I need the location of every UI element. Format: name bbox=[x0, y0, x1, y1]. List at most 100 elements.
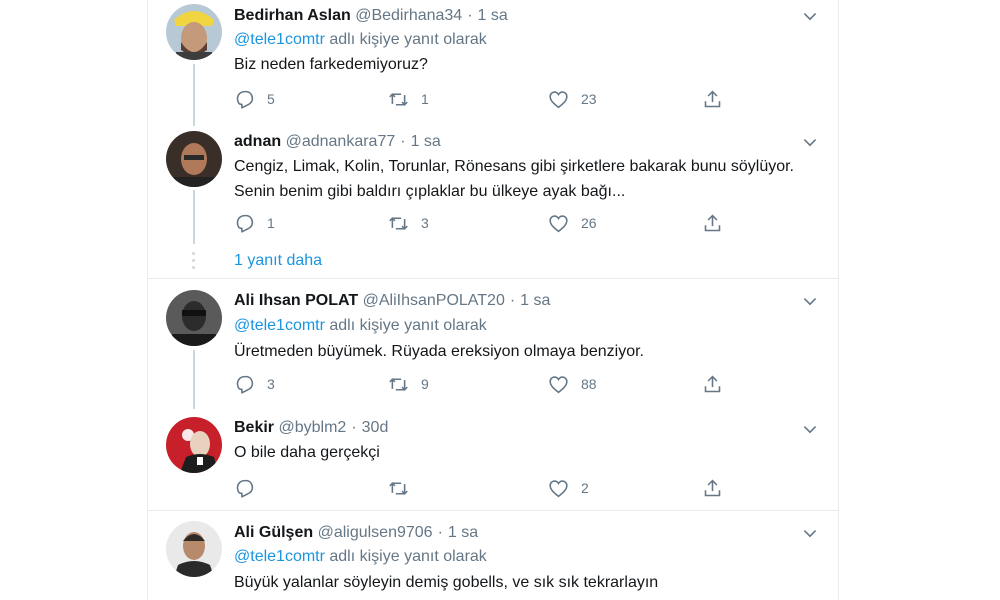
timestamp[interactable]: 30d bbox=[362, 419, 389, 436]
username[interactable]: @adnankara77 bbox=[286, 133, 396, 150]
tweet[interactable]: adnan @adnankara77 · 1 sa Cengiz, Limak, K… bbox=[148, 126, 838, 278]
tweet-header: Ali Gülşen @aligulsen9706 · 1 sa bbox=[234, 522, 478, 544]
share-icon bbox=[704, 375, 721, 392]
retweet-button[interactable]: 3 bbox=[388, 211, 429, 235]
avatar[interactable] bbox=[166, 290, 222, 346]
reply-button[interactable]: 5 bbox=[234, 87, 275, 111]
reply-icon bbox=[236, 375, 254, 394]
tweet[interactable]: Bekir @byblm2 · 30d O bile daha gerçekçi 2 bbox=[148, 409, 838, 510]
display-name[interactable]: adnan bbox=[234, 133, 281, 150]
chevron-down-icon[interactable] bbox=[800, 523, 820, 543]
chevron-down-icon[interactable] bbox=[800, 291, 820, 311]
thread-line bbox=[193, 350, 195, 409]
tweet-header: adnan @adnankara77 · 1 sa bbox=[234, 131, 441, 153]
tweet[interactable]: Bedirhan Aslan @Bedirhana34 · 1 sa @tele1c… bbox=[148, 0, 838, 126]
retweet-icon bbox=[389, 481, 408, 495]
username[interactable]: @byblm2 bbox=[278, 419, 346, 436]
separator: · bbox=[400, 133, 406, 150]
tweet-actions: 5 1 23 bbox=[234, 87, 734, 111]
share-icon bbox=[704, 90, 721, 107]
chevron-down-icon[interactable] bbox=[800, 419, 820, 439]
separator: · bbox=[509, 292, 516, 309]
tweet-header: Ali Ihsan POLAT @AliIhsanPOLAT20 · 1 sa bbox=[234, 290, 550, 312]
like-button[interactable]: 26 bbox=[548, 211, 597, 235]
conversation-timeline: Bedirhan Aslan @Bedirhana34 · 1 sa @tele1c… bbox=[147, 0, 839, 600]
display-name[interactable]: Bekir bbox=[234, 419, 274, 436]
tweet-actions: 3 9 88 bbox=[234, 372, 734, 396]
reply-count: 5 bbox=[267, 91, 275, 107]
reply-button[interactable]: 3 bbox=[234, 372, 275, 396]
separator: · bbox=[467, 7, 473, 24]
timestamp[interactable]: 1 sa bbox=[478, 7, 508, 24]
retweet-icon bbox=[389, 92, 408, 106]
tweet-header: Bedirhan Aslan @Bedirhana34 · 1 sa bbox=[234, 5, 508, 27]
tweet-actions: 2 bbox=[234, 476, 734, 500]
tweet-actions: 1 3 26 bbox=[234, 211, 734, 235]
reply-icon bbox=[236, 214, 254, 233]
avatar[interactable] bbox=[166, 4, 222, 60]
timestamp[interactable]: 1 sa bbox=[520, 292, 550, 309]
tweet[interactable]: Ali Gülşen @aligulsen9706 · 1 sa @tele1com… bbox=[148, 511, 838, 600]
thread-line bbox=[193, 64, 195, 126]
display-name[interactable]: Ali Ihsan POLAT bbox=[234, 292, 358, 309]
username[interactable]: @AliIhsanPOLAT20 bbox=[363, 292, 505, 309]
mention-link[interactable]: @tele1comtr bbox=[234, 548, 325, 565]
like-count: 2 bbox=[581, 480, 589, 496]
like-icon bbox=[549, 375, 568, 393]
share-icon bbox=[704, 479, 721, 496]
timestamp[interactable]: 1 sa bbox=[448, 524, 478, 541]
share-button[interactable] bbox=[702, 211, 723, 235]
reply-context: @tele1comtr adlı kişiye yanıt olarak bbox=[234, 546, 487, 568]
retweet-icon bbox=[389, 216, 408, 230]
like-icon bbox=[549, 479, 568, 497]
tweet-header: Bekir @byblm2 · 30d bbox=[234, 417, 388, 439]
like-icon bbox=[549, 214, 568, 232]
like-count: 26 bbox=[581, 215, 597, 231]
reply-count: 3 bbox=[267, 376, 275, 392]
retweet-count: 9 bbox=[421, 376, 429, 392]
reply-context-label: adlı kişiye yanıt olarak bbox=[324, 317, 487, 334]
retweet-count: 1 bbox=[421, 91, 429, 107]
reply-icon bbox=[236, 479, 254, 498]
like-count: 88 bbox=[581, 376, 597, 392]
reply-button[interactable]: 1 bbox=[234, 211, 275, 235]
reply-count: 1 bbox=[267, 215, 275, 231]
chevron-down-icon[interactable] bbox=[800, 6, 820, 26]
retweet-button[interactable]: 1 bbox=[388, 87, 429, 111]
reply-context: @tele1comtr adlı kişiye yanıt olarak bbox=[234, 315, 487, 337]
avatar[interactable] bbox=[166, 417, 222, 473]
timestamp[interactable]: 1 sa bbox=[411, 133, 441, 150]
reply-button[interactable] bbox=[234, 476, 267, 500]
display-name[interactable]: Bedirhan Aslan bbox=[234, 7, 351, 24]
tweet-text: Üretmeden büyümek. Rüyada ereksiyon olma… bbox=[234, 343, 644, 360]
show-more-replies-link[interactable]: 1 yanıt daha bbox=[234, 250, 322, 272]
mention-link[interactable]: @tele1comtr bbox=[234, 317, 325, 334]
reply-context-label: adlı kişiye yanıt olarak bbox=[324, 31, 487, 48]
thread-line bbox=[193, 190, 195, 244]
avatar[interactable] bbox=[166, 521, 222, 577]
chevron-down-icon[interactable] bbox=[800, 132, 820, 152]
tweet-text: Büyük yalanlar söyleyin demiş gobells, v… bbox=[234, 574, 659, 591]
thread-gap-dots bbox=[192, 252, 196, 273]
retweet-button[interactable]: 9 bbox=[388, 372, 429, 396]
tweet[interactable]: Ali Ihsan POLAT @AliIhsanPOLAT20 · 1 sa @t… bbox=[148, 279, 838, 409]
share-button[interactable] bbox=[702, 476, 723, 500]
like-button[interactable]: 88 bbox=[548, 372, 597, 396]
mention-link[interactable]: @tele1comtr bbox=[234, 31, 325, 48]
share-button[interactable] bbox=[702, 87, 723, 111]
like-icon bbox=[549, 90, 568, 108]
reply-context-label: adlı kişiye yanıt olarak bbox=[324, 548, 487, 565]
like-button[interactable]: 23 bbox=[548, 87, 597, 111]
separator: · bbox=[351, 419, 357, 436]
display-name[interactable]: Ali Gülşen bbox=[234, 524, 313, 541]
retweet-button[interactable] bbox=[388, 476, 421, 500]
username[interactable]: @aligulsen9706 bbox=[318, 524, 433, 541]
like-count: 23 bbox=[581, 91, 597, 107]
reply-icon bbox=[236, 90, 254, 109]
separator: · bbox=[437, 524, 443, 541]
tweet-text: Biz neden farkedemiyoruz? bbox=[234, 56, 428, 73]
like-button[interactable]: 2 bbox=[548, 476, 589, 500]
username[interactable]: @Bedirhana34 bbox=[355, 7, 462, 24]
share-button[interactable] bbox=[702, 372, 723, 396]
avatar[interactable] bbox=[166, 131, 222, 187]
